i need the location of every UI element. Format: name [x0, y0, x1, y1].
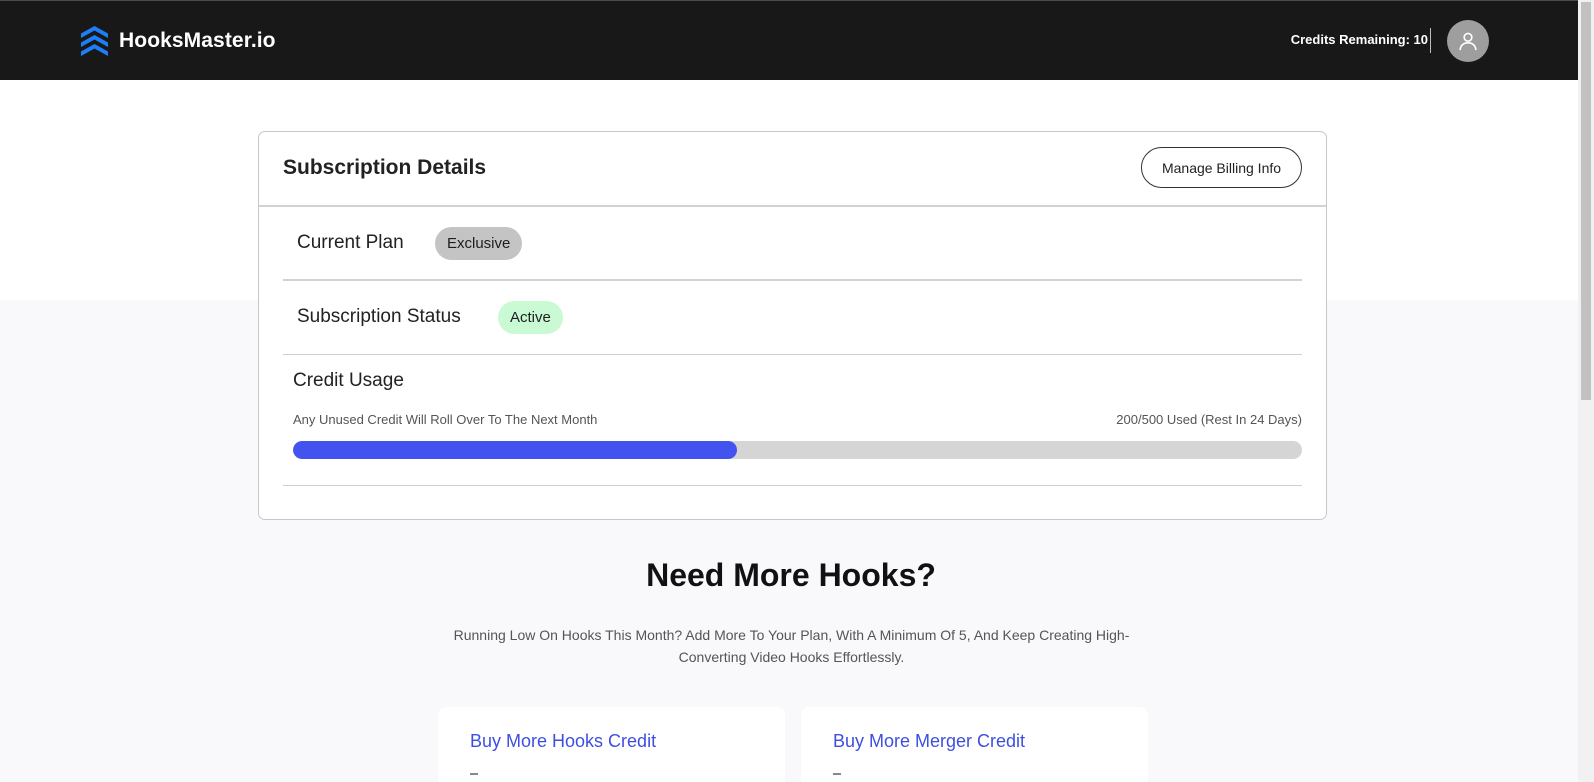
- subscription-card-header: Subscription Details Manage Billing Info: [259, 132, 1326, 207]
- subscription-details-title: Subscription Details: [283, 156, 487, 179]
- user-icon: [1459, 32, 1477, 51]
- credit-usage-title: Credit Usage: [293, 370, 404, 391]
- subscription-details-card: Subscription Details Manage Billing Info…: [258, 131, 1327, 520]
- credit-rollover-note: Any Unused Credit Will Roll Over To The …: [293, 412, 598, 427]
- buy-merger-credit-card[interactable]: Buy More Merger Credit: [801, 707, 1148, 782]
- card-price-placeholder: [470, 773, 478, 776]
- manage-billing-button[interactable]: Manage Billing Info: [1141, 147, 1302, 188]
- card-price-placeholder: [833, 773, 841, 776]
- brand-name: HooksMaster.io: [119, 29, 276, 52]
- topbar-divider: [1430, 28, 1431, 53]
- user-avatar-button[interactable]: [1447, 20, 1489, 62]
- layered-chevron-logo-icon: [81, 26, 108, 56]
- vertical-scrollbar[interactable]: [1578, 0, 1594, 782]
- credit-progress-bar: [293, 441, 1302, 459]
- need-more-hooks-description: Running Low On Hooks This Month? Add Mor…: [453, 627, 1130, 665]
- buy-hooks-credit-title[interactable]: Buy More Hooks Credit: [470, 731, 656, 752]
- buy-hooks-credit-card[interactable]: Buy More Hooks Credit: [438, 707, 785, 782]
- top-navigation-bar: HooksMaster.io Credits Remaining: 10: [0, 0, 1578, 80]
- current-plan-row: Current Plan Exclusive: [283, 207, 1302, 281]
- need-more-hooks-heading: Need More Hooks?: [646, 557, 936, 593]
- subscription-status-row: Subscription Status Active: [283, 281, 1302, 355]
- buy-merger-credit-title[interactable]: Buy More Merger Credit: [833, 731, 1025, 752]
- brand-logo[interactable]: HooksMaster.io: [79, 25, 276, 57]
- subscription-status-label: Subscription Status: [297, 306, 461, 327]
- credit-used-text: 200/500 Used (Rest In 24 Days): [1116, 412, 1302, 427]
- credit-usage-section: Credit Usage Any Unused Credit Will Roll…: [283, 356, 1302, 486]
- scrollbar-thumb[interactable]: [1581, 2, 1591, 400]
- credits-remaining-text: Credits Remaining: 10: [1290, 32, 1428, 47]
- status-badge: Active: [498, 301, 563, 334]
- plan-badge: Exclusive: [435, 227, 523, 260]
- credit-progress-fill: [293, 441, 737, 459]
- current-plan-label: Current Plan: [297, 232, 404, 253]
